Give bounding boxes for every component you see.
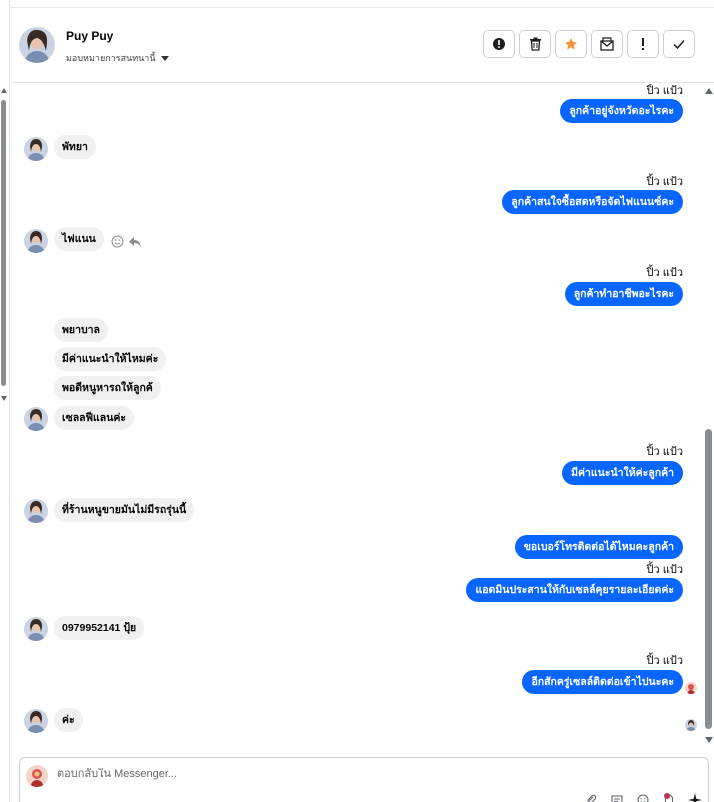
outgoing-message[interactable]: ลูกค้าอยู่จังหวัดอะไรคะ (560, 99, 683, 123)
reply-composer (19, 757, 709, 802)
contact-avatar-small[interactable] (24, 137, 48, 161)
trash-icon (529, 37, 541, 51)
contact-avatar-small[interactable] (24, 617, 48, 641)
page-avatar (26, 765, 48, 787)
assign-label: มอบหมายการสนทนานี้ (66, 53, 156, 63)
scrollbar-thumb[interactable] (705, 429, 712, 729)
exclamation-icon (642, 38, 644, 50)
outgoing-message[interactable]: ลูกค้าทำอาชีพอะไรคะ (564, 282, 683, 306)
reply-input[interactable] (57, 768, 457, 780)
outgoing-message[interactable]: มีค่าแนะนำให้ค่ะลูกค้า (562, 461, 683, 485)
outgoing-message[interactable]: ขอเบอร์โทรติดต่อได้ไหมคะลูกค้า (514, 535, 683, 559)
left-scrollbar-thumb[interactable] (1, 100, 6, 386)
star-icon (565, 38, 577, 50)
attachment-icon[interactable] (584, 793, 598, 802)
incoming-message[interactable]: เซลลฟีแลนค่ะ (54, 406, 135, 430)
contact-name[interactable]: Puy Puy (66, 29, 113, 43)
alert-button[interactable] (483, 30, 515, 58)
messenger-window: Puy Puy มอบหมายการสนทนานี้ ปิ้ว แป้ว ลูก… (0, 0, 714, 802)
mark-unread-button[interactable] (591, 30, 623, 58)
incoming-message[interactable]: ค่ะ (54, 708, 83, 732)
check-icon (673, 40, 685, 50)
conversation-header: Puy Puy มอบหมายการสนทนานี้ (11, 8, 714, 83)
incoming-message[interactable]: ไฟแนน (54, 227, 104, 251)
sender-label: ปิ้ว แป้ว (646, 446, 683, 458)
reply-icon[interactable] (128, 235, 142, 248)
outgoing-message[interactable]: ลูกค้าสนใจซื้อสดหรือจัดไฟแนนซ์คะ (502, 190, 683, 214)
incoming-message[interactable]: พัทยา (54, 135, 96, 159)
composer-tools (584, 793, 702, 802)
left-scroll-up-arrow[interactable] (1, 88, 7, 93)
flag-button[interactable] (627, 30, 659, 58)
incoming-message[interactable]: ที่ร้านหนูขายมันไม่มีรถรุ่นนี้ (54, 498, 195, 522)
message-reactions (111, 235, 142, 248)
alert-circle-icon (493, 38, 505, 50)
message-thread[interactable]: ปิ้ว แป้ว ลูกค้าอยู่จังหวัดอะไรคะ พัทยา … (11, 84, 700, 749)
sender-label: ปิ้ว แป้ว (646, 85, 683, 97)
contact-avatar[interactable] (19, 27, 55, 63)
left-scroll-down-arrow[interactable] (1, 396, 7, 401)
read-receipt-avatar (685, 719, 697, 731)
scroll-down-arrow[interactable] (705, 737, 713, 743)
scroll-up-arrow[interactable] (705, 88, 713, 94)
incoming-message[interactable]: พอดีหนูหารถให้ลูกค้ (54, 376, 161, 400)
contact-avatar-small[interactable] (24, 229, 48, 253)
seen-by-avatar (685, 682, 697, 694)
emoji-icon[interactable] (636, 793, 650, 802)
sender-label: ปิ้ว แป้ว (646, 655, 683, 667)
saved-replies-icon[interactable] (610, 793, 624, 802)
header-actions (483, 30, 695, 58)
contact-avatar-small[interactable] (24, 709, 48, 733)
caret-down-icon (160, 55, 169, 61)
outgoing-message[interactable]: อีกสักครู่เซลล์ติดต่อเข้าไปนะคะ (522, 670, 683, 694)
thread-scrollbar[interactable] (702, 84, 714, 749)
sender-label: ปิ้ว แป้ว (646, 267, 683, 279)
delete-button[interactable] (519, 30, 551, 58)
star-button[interactable] (555, 30, 587, 58)
outgoing-message[interactable]: แอดมินประสานให้กับเซลล์คุยรายละเอียดค่ะ (466, 578, 683, 602)
sender-label: ปิ้ว แป้ว (646, 564, 683, 576)
incoming-message[interactable]: 0979952141 ปุ้ย (54, 616, 145, 640)
contact-avatar-small[interactable] (24, 499, 48, 523)
incoming-message[interactable]: พยาบาล (54, 318, 108, 342)
sender-label: ปิ้ว แป้ว (646, 176, 683, 188)
sparkle-icon[interactable] (688, 793, 702, 802)
smiley-icon[interactable] (111, 235, 124, 248)
left-pane-edge (0, 0, 10, 802)
done-button[interactable] (663, 30, 695, 58)
contact-avatar-small[interactable] (24, 407, 48, 431)
incoming-message[interactable]: มีค่าแนะนำให้ไหมค่ะ (54, 347, 167, 371)
assign-conversation-dropdown[interactable]: มอบหมายการสนทนานี้ (66, 51, 169, 65)
file-icon[interactable] (662, 793, 676, 802)
envelope-icon (600, 37, 614, 51)
